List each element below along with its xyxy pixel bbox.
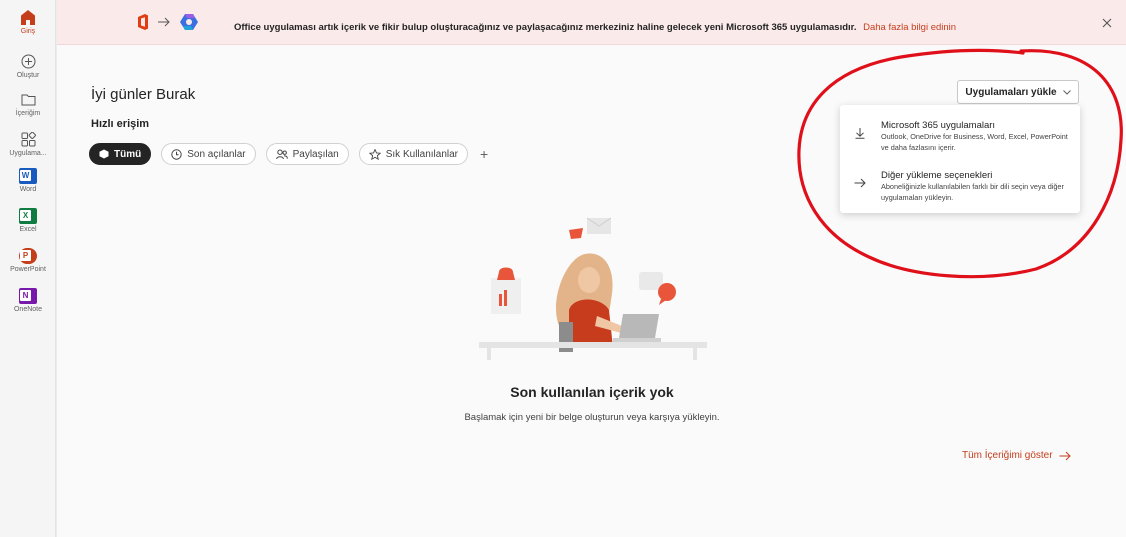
- left-rail: Giriş Oluştur İçeriğim Uygulama... W Wor…: [0, 0, 56, 537]
- banner-text: Office uygulaması artık içerik ve fikir …: [234, 22, 857, 33]
- rail-label-powerpoint: PowerPoint: [10, 266, 46, 273]
- menu-item-title: Microsoft 365 uygulamaları: [881, 120, 996, 131]
- install-apps-menu: Microsoft 365 uygulamaları Outlook, OneD…: [840, 105, 1080, 213]
- menu-item-title: Diğer yükleme seçenekleri: [881, 170, 993, 181]
- rail-item-create[interactable]: Oluştur: [0, 52, 56, 79]
- filter-shared[interactable]: Paylaşılan: [265, 143, 349, 165]
- arrow-right-icon: [1059, 451, 1071, 460]
- excel-icon: X: [19, 208, 37, 224]
- menu-item-description: Outlook, OneDrive for Business, Word, Ex…: [881, 132, 1068, 152]
- filter-favorites-label: Sık Kullanılanlar: [385, 148, 458, 160]
- install-apps-label: Uygulamaları yükle: [965, 86, 1057, 98]
- filter-recent[interactable]: Son açılanlar: [161, 143, 256, 165]
- powerpoint-icon: P: [19, 248, 37, 264]
- folder-icon: [19, 90, 37, 108]
- microsoft-365-logo-icon: [180, 14, 198, 30]
- banner-icons: [137, 13, 199, 31]
- rail-label-create: Oluştur: [16, 72, 40, 79]
- learn-more-link[interactable]: Daha fazla bilgi edinin: [863, 22, 956, 33]
- people-icon: [275, 149, 288, 159]
- office-logo-icon: [138, 14, 148, 30]
- empty-state-illustration: [479, 217, 707, 360]
- filter-all[interactable]: Tümü: [89, 143, 152, 165]
- filter-all-label: Tümü: [114, 148, 142, 160]
- rail-label-word: Word: [19, 186, 37, 193]
- page-title: İyi günler Burak: [91, 86, 196, 103]
- download-icon: [855, 128, 865, 139]
- plus-circle-icon: [19, 52, 37, 70]
- quick-access-title: Hızlı erişim: [91, 118, 150, 130]
- cube-icon: [99, 149, 109, 159]
- menu-item-microsoft-365-apps[interactable]: Microsoft 365 uygulamaları Outlook, OneD…: [840, 107, 1080, 157]
- rail-label-home: Giriş: [20, 28, 36, 35]
- rail-item-word[interactable]: W Word: [0, 168, 56, 193]
- main-content: Office uygulaması artık içerik ve fikir …: [56, 0, 1126, 537]
- rail-item-home[interactable]: Giriş: [0, 8, 56, 35]
- empty-state-subtitle: Başlamak için yeni bir belge oluşturun v…: [464, 412, 720, 423]
- install-apps-button[interactable]: Uygulamaları yükle: [957, 80, 1079, 104]
- rail-label-excel: Excel: [19, 226, 37, 233]
- word-icon: W: [19, 168, 37, 184]
- add-filter-button[interactable]: +: [480, 146, 488, 162]
- rail-item-powerpoint[interactable]: P PowerPoint: [0, 248, 56, 273]
- announcement-banner: Office uygulaması artık içerik ve fikir …: [57, 0, 1126, 45]
- filter-recent-label: Son açılanlar: [187, 148, 246, 160]
- show-all-content-link[interactable]: Tüm İçeriğimi göster: [962, 450, 1071, 461]
- empty-state-title: Son kullanılan içerik yok: [510, 384, 674, 400]
- arrow-right-icon: [854, 178, 866, 188]
- rail-item-excel[interactable]: X Excel: [0, 208, 56, 233]
- home-icon: [19, 8, 37, 26]
- close-icon[interactable]: [1101, 17, 1113, 29]
- banner-message: Office uygulaması artık içerik ve fikir …: [234, 22, 956, 33]
- chevron-down-icon: [1062, 89, 1071, 95]
- star-icon: [368, 148, 381, 160]
- filter-shared-label: Paylaşılan: [292, 148, 339, 160]
- filter-favorites[interactable]: Sık Kullanılanlar: [358, 143, 468, 165]
- show-all-content-label: Tüm İçeriğimi göster: [962, 450, 1053, 461]
- rail-label-apps: Uygulama...: [9, 150, 47, 157]
- rail-label-my-content: İçeriğim: [15, 110, 41, 117]
- menu-item-description: Aboneliğinizle kullanılabilen farklı bir…: [881, 182, 1064, 202]
- rail-label-onenote: OneNote: [13, 306, 43, 313]
- menu-item-other-install-options[interactable]: Diğer yükleme seçenekleri Aboneliğinizle…: [840, 157, 1080, 207]
- arrow-right-icon: [158, 17, 170, 27]
- rail-item-my-content[interactable]: İçeriğim: [0, 90, 56, 117]
- onenote-icon: N: [19, 288, 37, 304]
- rail-item-apps[interactable]: Uygulama...: [0, 130, 56, 157]
- apps-icon: [19, 130, 37, 148]
- clock-icon: [171, 148, 182, 160]
- quick-access-filters: Tümü Son açılanlar Paylaşılan Sık Kullan…: [89, 143, 488, 165]
- rail-item-onenote[interactable]: N OneNote: [0, 288, 56, 313]
